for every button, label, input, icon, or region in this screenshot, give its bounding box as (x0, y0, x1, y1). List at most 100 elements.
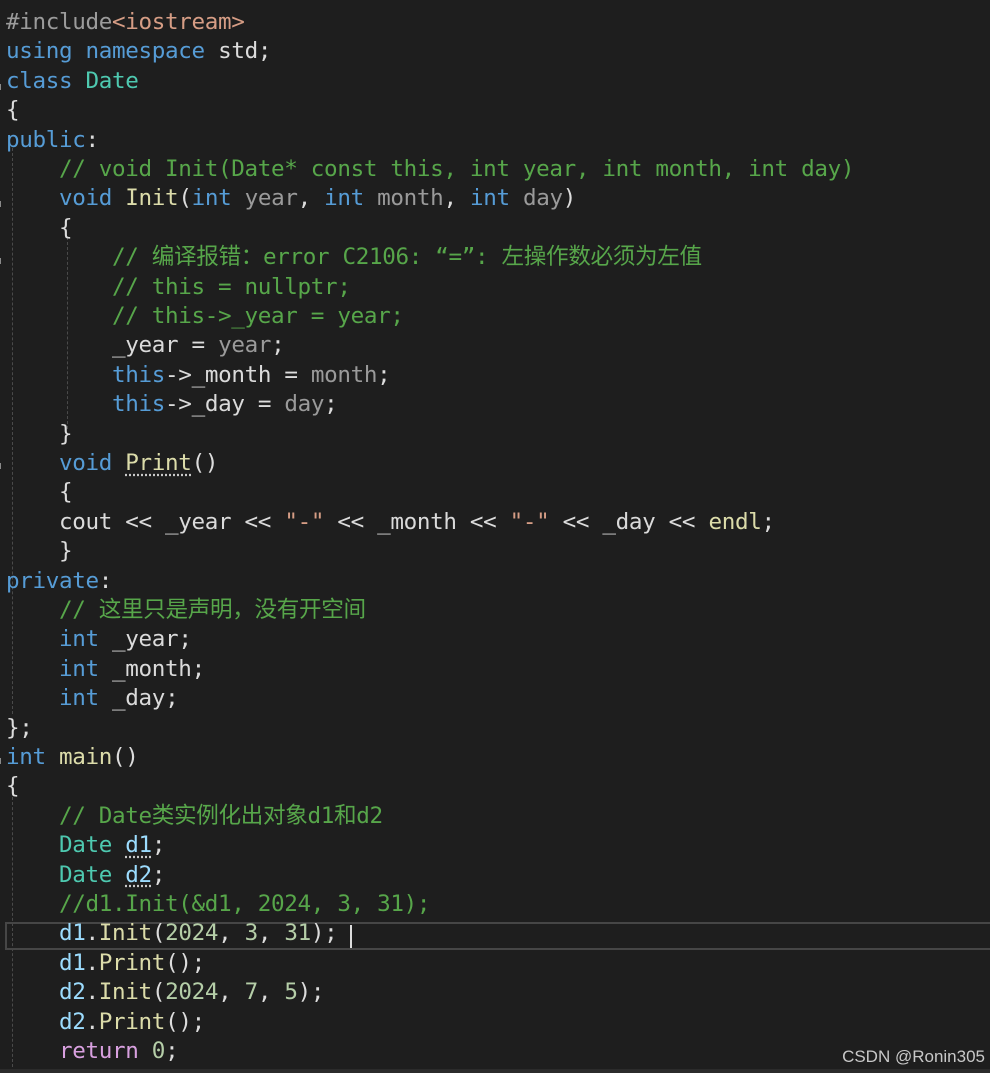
code-token-param: day (284, 391, 325, 418)
code-token-keyword: int (469, 185, 510, 212)
code-token-plain: ; (151, 861, 166, 888)
code-token-plain: cout << (6, 508, 166, 535)
code-token-plain: . (85, 949, 100, 976)
code-token-plain: { (6, 97, 20, 124)
code-line[interactable]: d1.Print(); (6, 949, 205, 978)
code-line[interactable]: int _day; (6, 684, 179, 713)
code-editor[interactable]: #include<iostream> using namespace std; cl… (0, 0, 990, 1073)
code-token-keyword: private (6, 567, 99, 594)
code-token-plain: ; (761, 508, 775, 535)
code-line[interactable]: d2.Print(); (6, 1008, 205, 1037)
code-line[interactable]: return 0; (6, 1037, 179, 1066)
code-token-comment: // void Init(Date* const this, int year,… (6, 156, 855, 182)
code-token-plain: = (271, 361, 311, 388)
code-token-func: Print (98, 949, 166, 976)
code-token-plain: ; (271, 332, 285, 359)
code-line[interactable]: int _year; (6, 625, 192, 654)
code-line[interactable]: d2.Init(2024, 7, 5); (6, 978, 324, 1007)
code-token-type: Date (59, 832, 113, 859)
code-line[interactable]: // void Init(Date* const this, int year,… (6, 155, 855, 184)
code-line[interactable]: private: (6, 567, 112, 596)
code-token-plain: , (443, 185, 470, 212)
fold-marker[interactable] (0, 84, 5, 90)
code-line[interactable]: // this = nullptr; (6, 273, 351, 302)
code-token-plain: = (244, 391, 285, 418)
code-token-keyword: int (324, 185, 364, 212)
code-token-var: d2 (59, 1008, 86, 1035)
code-token-plain: -> (165, 391, 192, 418)
code-token-func: main (59, 744, 113, 770)
code-token-string: <iostream> (112, 9, 245, 35)
code-token-keyword: int (191, 185, 232, 212)
code-line[interactable]: // 编译报错：error C2106: “=”: 左操作数必须为左值 (6, 243, 702, 272)
code-line[interactable]: #include<iostream> (6, 8, 245, 37)
code-token-member: _month (112, 655, 192, 682)
code-line[interactable]: void Print() (6, 449, 218, 478)
code-token-member: _year (165, 508, 232, 535)
code-token-plain: ; (165, 685, 179, 712)
code-line[interactable]: { (6, 772, 20, 801)
fold-marker[interactable] (0, 258, 5, 264)
code-line[interactable]: d1.Init(2024, 3, 31); (6, 919, 338, 948)
code-token-plain: ; (377, 361, 391, 388)
code-line[interactable]: _year = year; (6, 331, 285, 360)
code-line[interactable]: //d1.Init(&d1, 2024, 3, 31); (6, 890, 430, 919)
code-line[interactable]: { (6, 478, 73, 507)
code-line[interactable]: cout << _year << "-" << _month << "-" <<… (6, 508, 775, 537)
code-token-plain: << (549, 508, 603, 535)
code-line[interactable]: // this->_year = year; (6, 302, 404, 331)
code-line[interactable]: { (6, 96, 20, 125)
code-token-plain: , (218, 979, 245, 1006)
code-token-plain: : (85, 126, 100, 153)
code-line[interactable]: class Date (6, 67, 139, 96)
code-line[interactable]: this->_month = month; (6, 361, 391, 390)
code-line[interactable]: Date d2; (6, 861, 165, 890)
code-line[interactable]: }; (6, 714, 33, 743)
code-line[interactable]: Date d1; (6, 831, 165, 860)
code-line[interactable]: { (6, 214, 73, 243)
fold-marker[interactable] (0, 758, 5, 764)
code-token-plain: << (231, 508, 285, 535)
code-token-plain: : (98, 567, 113, 594)
code-token-plain: ( (151, 979, 166, 1006)
code-line[interactable]: // Date类实例化出对象d1和d2 (6, 802, 383, 831)
code-token-keyword: namespace (85, 38, 206, 65)
code-line[interactable]: } (6, 537, 73, 566)
code-token-plain: std; (204, 38, 272, 65)
code-token-keyword: class (6, 67, 73, 94)
code-line[interactable]: } (6, 420, 73, 449)
code-token-keyword: int (6, 744, 46, 770)
code-line[interactable]: int _month; (6, 655, 205, 684)
code-token-plain: () (112, 744, 139, 770)
code-line[interactable]: this->_day = day; (6, 390, 338, 419)
code-token-plain: }; (6, 714, 33, 741)
code-line[interactable]: // 这里只是声明，没有开空间 (6, 596, 366, 625)
code-line[interactable]: int main() (6, 743, 139, 772)
code-line[interactable]: void Init(int year, int month, int day) (6, 184, 576, 213)
code-line[interactable]: public: (6, 126, 99, 155)
fold-marker[interactable] (0, 463, 5, 469)
code-token-control: return (59, 1038, 139, 1064)
code-token-var: d2 (125, 861, 152, 888)
code-token-param: month (377, 185, 444, 212)
code-token-plain: << (655, 508, 709, 535)
code-token-var: d1 (125, 832, 152, 859)
code-token-member: _day (191, 391, 245, 418)
horizontal-scrollbar[interactable] (0, 1069, 990, 1073)
code-token-member: _day (602, 508, 656, 535)
code-token-plain: (); (165, 949, 205, 976)
fold-marker[interactable] (0, 201, 5, 207)
code-token-number: 31 (284, 920, 311, 947)
code-line[interactable]: using namespace std; (6, 37, 271, 66)
